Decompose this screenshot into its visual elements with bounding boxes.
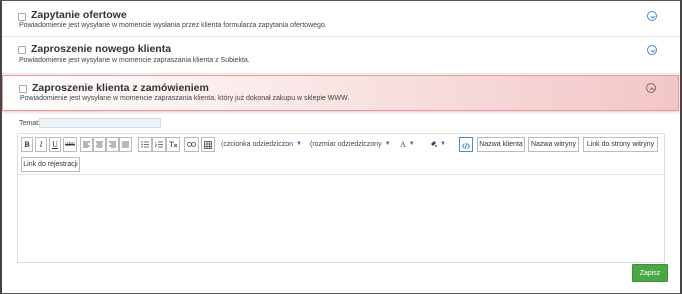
font-family-select[interactable]: (czcionka odziedziczon ▼ bbox=[221, 137, 303, 152]
bullet-list-icon bbox=[141, 141, 149, 148]
font-color-icon: A bbox=[400, 139, 406, 149]
insert-client-name-button[interactable]: Nazwa klienta bbox=[477, 137, 525, 152]
strikethrough-button[interactable]: abc bbox=[63, 137, 77, 152]
notification-checkbox[interactable] bbox=[18, 46, 26, 54]
background-color-icon bbox=[430, 140, 437, 149]
notification-row-client-with-order-invite[interactable]: Zaproszenie klienta z zamówieniem Powiad… bbox=[2, 75, 679, 111]
code-view-button[interactable] bbox=[459, 137, 473, 152]
subject-input[interactable] bbox=[39, 118, 161, 128]
font-size-select[interactable]: (rozmiar odziedziczony ▼ bbox=[310, 137, 392, 152]
align-left-button[interactable] bbox=[80, 137, 93, 152]
notification-description: Powiadomienie jest wysyłane w momencie w… bbox=[19, 22, 327, 29]
align-center-icon bbox=[96, 141, 103, 148]
insert-site-link-button[interactable]: Link do strony witryny bbox=[583, 137, 658, 152]
numbered-list-button[interactable] bbox=[152, 137, 166, 152]
align-right-icon bbox=[109, 141, 116, 148]
table-button[interactable] bbox=[201, 137, 215, 152]
notification-title: Zapytanie ofertowe bbox=[31, 9, 127, 21]
notification-checkbox[interactable] bbox=[19, 85, 27, 93]
save-button[interactable]: Zapisz bbox=[632, 264, 668, 282]
editor-content-area[interactable] bbox=[18, 174, 664, 262]
bullet-list-button[interactable] bbox=[138, 137, 152, 152]
notification-row-quote-request[interactable]: Zapytanie ofertowe Powiadomienie jest wy… bbox=[2, 2, 679, 37]
align-left-icon bbox=[83, 141, 90, 148]
insert-registration-link-button[interactable]: Link do rejestracji bbox=[21, 157, 80, 172]
collapse-toggle-icon[interactable] bbox=[646, 83, 656, 93]
bold-button[interactable]: B bbox=[21, 137, 33, 152]
clear-format-icon bbox=[169, 141, 177, 148]
italic-button[interactable]: I bbox=[35, 137, 47, 152]
code-view-icon bbox=[461, 136, 471, 154]
notification-row-new-client-invite[interactable]: Zaproszenie nowego klienta Powiadomienie… bbox=[2, 37, 679, 74]
chevron-down-icon: ▼ bbox=[440, 141, 446, 147]
notification-description: Powiadomienie jest wysyłane w momencie z… bbox=[20, 95, 350, 102]
chevron-down-icon: ▼ bbox=[384, 141, 391, 147]
chevron-down-icon: ▼ bbox=[295, 141, 302, 147]
align-right-button[interactable] bbox=[106, 137, 119, 152]
justify-icon bbox=[122, 141, 129, 148]
link-button[interactable] bbox=[184, 137, 199, 152]
subject-label: Temat: bbox=[19, 120, 41, 127]
expand-toggle-icon[interactable] bbox=[647, 11, 657, 21]
insert-site-name-button[interactable]: Nazwa witryny bbox=[528, 137, 579, 152]
notification-description: Powiadomienie jest wysyłane w momencie z… bbox=[19, 57, 250, 64]
background-color-select[interactable]: ▼ bbox=[430, 137, 450, 152]
numbered-list-icon bbox=[155, 141, 163, 148]
underline-button[interactable]: U bbox=[49, 137, 61, 152]
notification-checkbox[interactable] bbox=[18, 13, 26, 21]
chevron-down-icon: ▼ bbox=[408, 141, 415, 147]
expand-toggle-icon[interactable] bbox=[647, 45, 657, 55]
link-icon bbox=[187, 142, 196, 147]
font-color-select[interactable]: A ▼ bbox=[400, 137, 418, 152]
table-icon bbox=[204, 140, 212, 149]
notification-title: Zaproszenie klienta z zamówieniem bbox=[32, 82, 209, 94]
font-size-value: (rozmiar odziedziczony bbox=[310, 140, 382, 148]
justify-button[interactable] bbox=[119, 137, 132, 152]
align-center-button[interactable] bbox=[93, 137, 106, 152]
notification-title: Zaproszenie nowego klienta bbox=[31, 43, 172, 55]
clear-format-button[interactable] bbox=[166, 137, 180, 152]
font-family-value: (czcionka odziedziczon bbox=[221, 140, 293, 148]
